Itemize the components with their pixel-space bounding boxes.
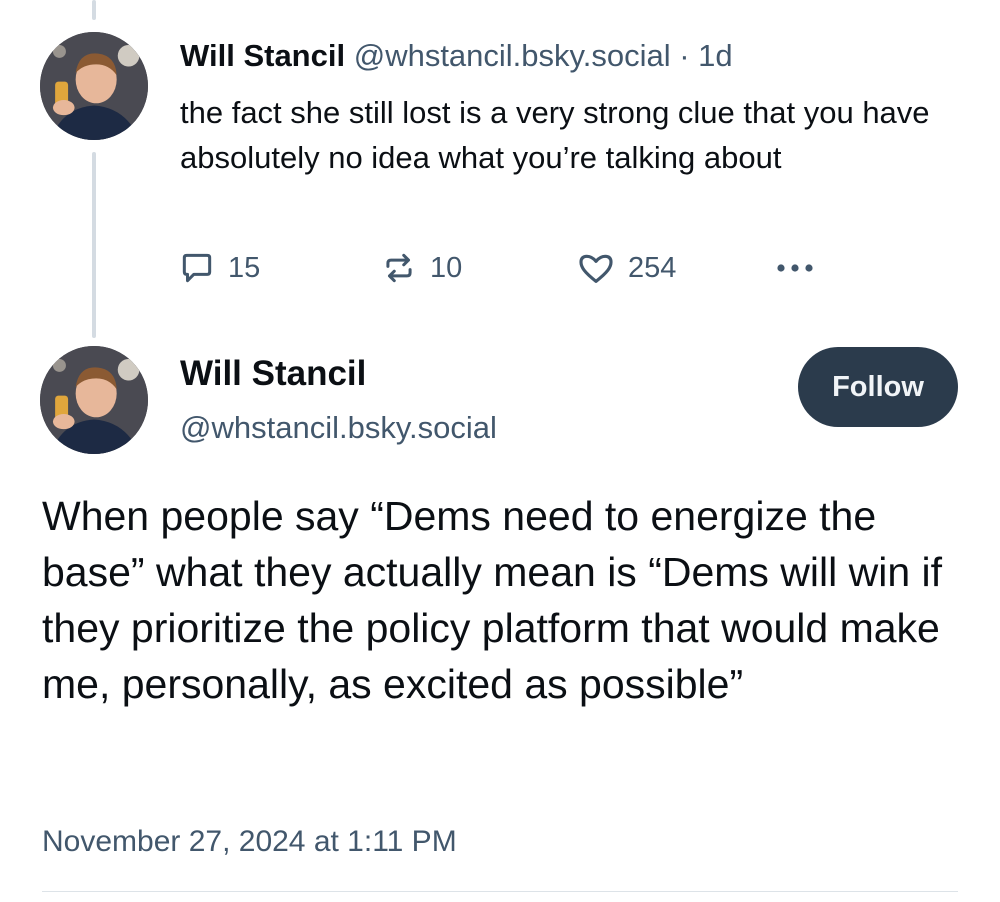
reply-button[interactable]: 15 bbox=[178, 246, 260, 290]
heart-icon bbox=[579, 254, 613, 283]
reply-separator: · bbox=[670, 38, 699, 73]
divider bbox=[42, 891, 958, 892]
post-author-name[interactable]: Will Stancil bbox=[180, 354, 366, 394]
speech-bubble-icon bbox=[182, 253, 212, 283]
reply-author-avatar[interactable] bbox=[40, 32, 148, 140]
post-timestamp: November 27, 2024 at 1:11 PM bbox=[42, 825, 457, 858]
repost-button[interactable]: 10 bbox=[380, 246, 462, 290]
ellipsis-icon bbox=[777, 264, 813, 272]
post-author-avatar[interactable] bbox=[40, 346, 148, 454]
reply-action-bar: 15 10 254 bbox=[178, 246, 858, 290]
like-count: 254 bbox=[628, 251, 677, 284]
avatar-photo bbox=[40, 32, 148, 140]
thread-line-top bbox=[92, 0, 96, 20]
avatar-photo bbox=[40, 346, 148, 454]
reply-time-ago[interactable]: 1d bbox=[698, 38, 732, 73]
more-options-button[interactable] bbox=[772, 246, 818, 290]
reply-text: the fact she still lost is a very strong… bbox=[180, 95, 930, 175]
reply-header: Will Stancil @whstancil.bsky.social · 1d bbox=[180, 36, 733, 76]
thread-line-connector bbox=[92, 152, 96, 338]
post-text: When people say “Dems need to energize t… bbox=[42, 493, 943, 707]
repost-count: 10 bbox=[430, 251, 463, 284]
like-button[interactable]: 254 bbox=[576, 246, 676, 290]
reply-author-name[interactable]: Will Stancil bbox=[180, 38, 345, 73]
reply-count: 15 bbox=[228, 251, 261, 284]
follow-button[interactable]: Follow bbox=[798, 347, 958, 427]
post-author-handle[interactable]: @whstancil.bsky.social bbox=[180, 408, 497, 448]
reply-author-handle[interactable]: @whstancil.bsky.social bbox=[354, 38, 671, 73]
repost-arrows-icon bbox=[386, 253, 412, 283]
